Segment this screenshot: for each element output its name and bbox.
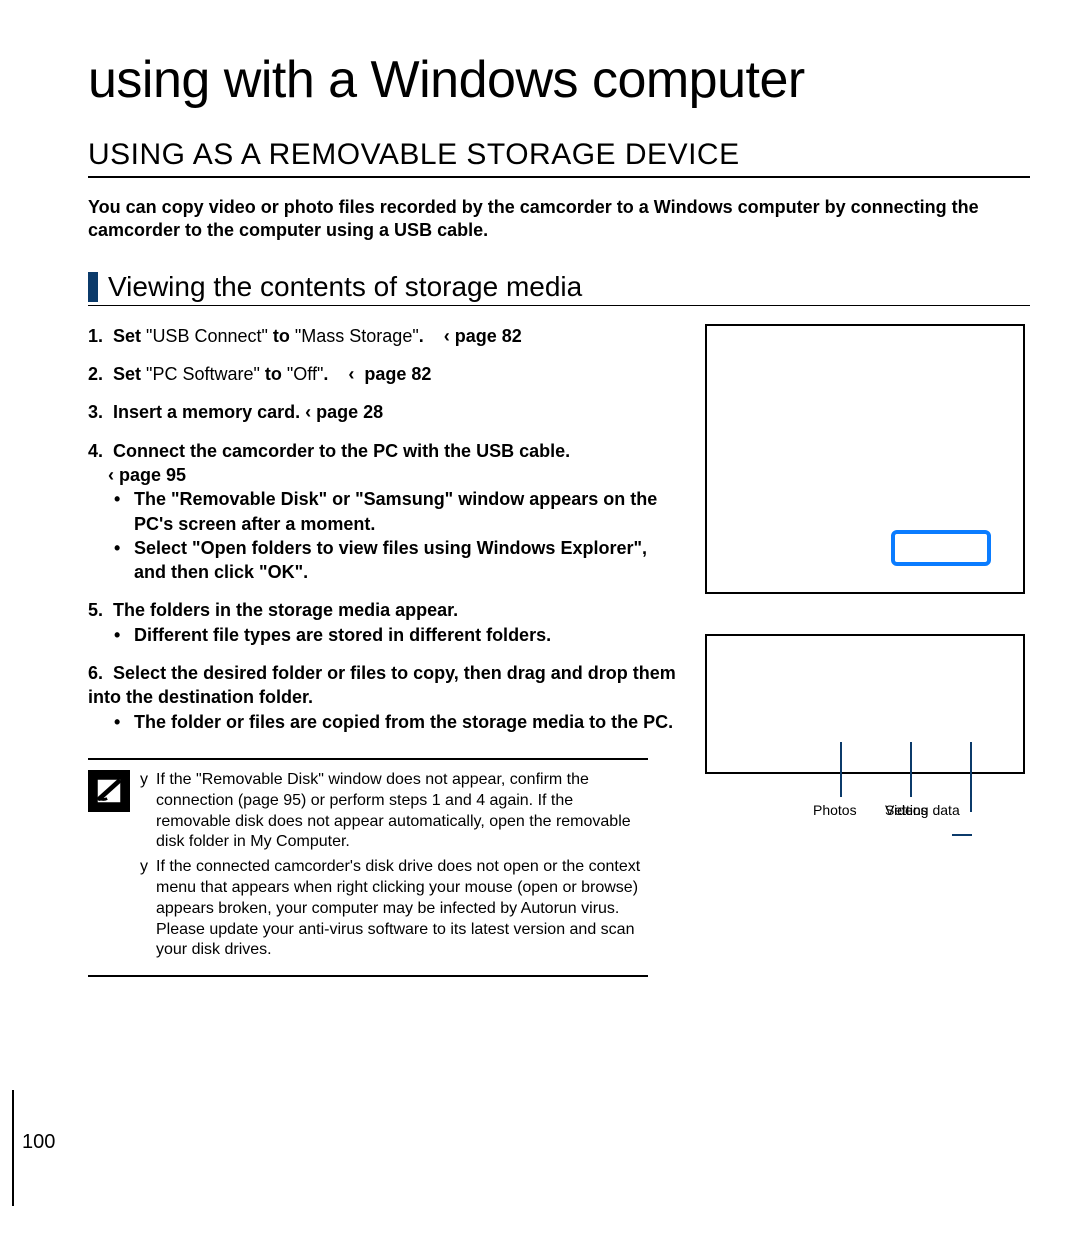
note-2-text: If the connected camcorder's disk drive … <box>156 857 648 961</box>
step-2: 2. Set "PC Software" to "Off". ‹ page 82 <box>88 362 682 386</box>
step-1: 1. Set "USB Connect" to "Mass Storage". … <box>88 324 682 348</box>
subhead-accent-bar <box>88 272 98 302</box>
callout-label-setting: Setting data <box>885 802 960 818</box>
arrow-icon: ‹ <box>108 465 114 485</box>
step-1-to: to <box>273 326 290 346</box>
step-2-set: Set <box>113 364 141 384</box>
chapter-title: using with a Windows computer <box>88 50 1030 110</box>
step-2-value: "Off" <box>282 364 323 384</box>
callout-label-photos: Photos <box>813 802 857 818</box>
step-6: 6. Select the desired folder or files to… <box>88 661 682 734</box>
step-3-pageref: page 28 <box>316 402 383 422</box>
step-2-to: to <box>265 364 282 384</box>
note-icon <box>88 770 130 812</box>
step-1-period: . <box>419 326 424 346</box>
arrow-icon: ‹ <box>444 326 450 346</box>
note-1-text: If the "Removable Disk" window does not … <box>156 770 648 853</box>
folder-tree-figure <box>705 634 1025 774</box>
subhead-text: Viewing the contents of storage media <box>108 271 582 303</box>
ok-button-highlight <box>891 530 991 566</box>
step-5-text: The folders in the storage media appear. <box>113 600 458 620</box>
step-1-set: Set <box>113 326 141 346</box>
autoplay-dialog-figure <box>705 324 1025 594</box>
step-4-text: Connect the camcorder to the PC with the… <box>113 441 570 461</box>
arrow-icon: ‹ <box>348 364 354 384</box>
body-left-column: 1. Set "USB Connect" to "Mass Storage". … <box>88 324 682 987</box>
step-4-bullet-1: The "Removable Disk" or "Samsung" window… <box>114 487 682 536</box>
step-2-option: "PC Software" <box>141 364 265 384</box>
note-item-2: y If the connected camcorder's disk driv… <box>140 857 648 961</box>
step-6-text: Select the desired folder or files to co… <box>88 663 676 707</box>
body-right-column: Photos Videos Setting data <box>700 324 1030 987</box>
note-item-1: y If the "Removable Disk" window does no… <box>140 770 648 853</box>
step-6-bullet-1: The folder or files are copied from the … <box>114 710 682 734</box>
note-block: y If the "Removable Disk" window does no… <box>88 758 648 977</box>
step-3: 3. Insert a memory card. ‹ page 28 <box>88 400 682 424</box>
callout-line-videos <box>910 742 912 797</box>
step-4: 4. Connect the camcorder to the PC with … <box>88 439 682 585</box>
step-1-pageref: page 82 <box>455 326 522 346</box>
step-5-bullet-1: Different file types are stored in diffe… <box>114 623 682 647</box>
page-number: 100 <box>22 1131 55 1154</box>
folder-callouts: Photos Videos Setting data <box>705 772 1025 852</box>
step-2-period: . <box>323 364 328 384</box>
step-1-option: "USB Connect" <box>141 326 273 346</box>
subsection-heading: Viewing the contents of storage media <box>88 271 1030 306</box>
step-2-pageref: page 82 <box>364 364 431 384</box>
arrow-icon: ‹ <box>305 402 311 422</box>
intro-paragraph: You can copy video or photo files record… <box>88 196 1008 243</box>
callout-line-photos <box>840 742 842 797</box>
step-4-bullet-2: Select "Open folders to view files using… <box>114 536 682 585</box>
section-title: USING AS A REMOVABLE STORAGE DEVICE <box>88 138 1030 178</box>
step-5: 5. The folders in the storage media appe… <box>88 598 682 647</box>
step-3-text: Insert a memory card. <box>113 402 300 422</box>
step-4-pageref: page 95 <box>119 465 186 485</box>
callout-connector-setting <box>952 834 972 836</box>
step-1-value: "Mass Storage" <box>290 326 419 346</box>
left-margin-rule <box>12 1090 14 1206</box>
callout-line-setting <box>970 742 972 812</box>
